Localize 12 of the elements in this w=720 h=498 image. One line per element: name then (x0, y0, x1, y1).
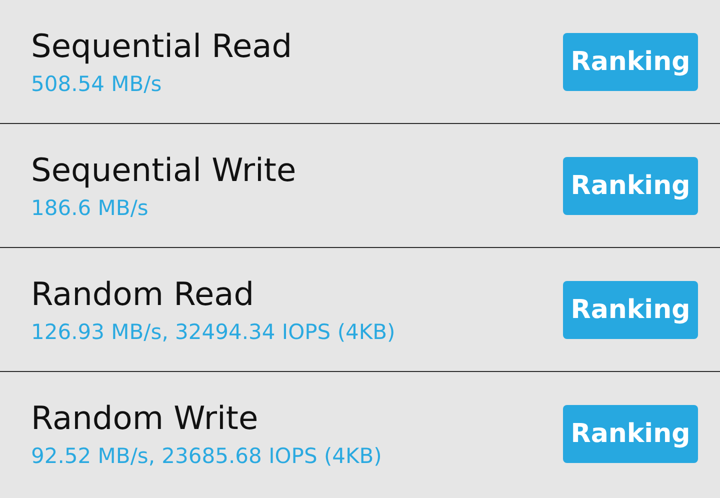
ranking-button[interactable]: Ranking (563, 405, 698, 463)
test-result: 508.54 MB/s (31, 70, 163, 98)
ranking-button[interactable]: Ranking (563, 156, 698, 214)
ranking-button[interactable]: Ranking (563, 32, 698, 90)
test-result: 92.52 MB/s, 23685.68 IOPS (4KB) (31, 443, 382, 470)
ranking-button[interactable]: Ranking (563, 280, 698, 338)
test-title: Sequential Write (31, 150, 296, 190)
test-title: Random Write (31, 398, 260, 438)
test-result: 186.6 MB/s (31, 194, 150, 222)
test-result: 126.93 MB/s, 32494.34 IOPS (4KB) (31, 318, 396, 346)
test-title: Random Read (31, 274, 256, 314)
test-title: Sequential Read (31, 26, 292, 66)
